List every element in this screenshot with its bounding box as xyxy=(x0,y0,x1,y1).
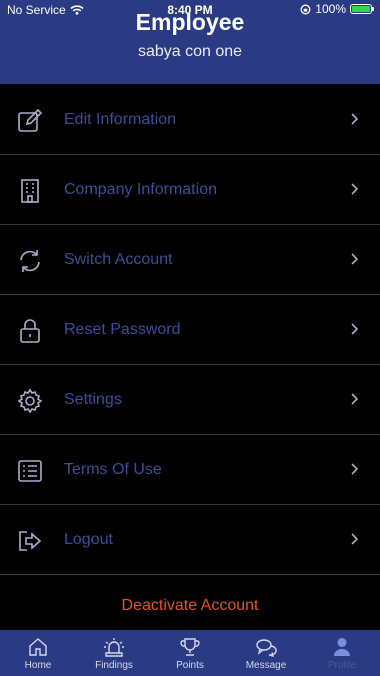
tab-label: Findings xyxy=(95,660,133,671)
chevron-right-icon xyxy=(351,463,359,475)
page-title: Employee xyxy=(135,9,245,35)
user-icon xyxy=(334,638,350,656)
building-icon xyxy=(21,179,39,203)
chevron-right-icon xyxy=(351,533,359,545)
chat-icon xyxy=(256,639,277,657)
menu-item-reset-password[interactable]: Reset Password xyxy=(0,295,380,365)
chevron-right-icon xyxy=(351,113,359,125)
switch-icon xyxy=(20,250,40,272)
tab-message[interactable]: Message xyxy=(228,630,304,676)
menu-item-label: Logout xyxy=(64,531,113,548)
tab-label: Home xyxy=(24,660,52,671)
tab-points[interactable]: Points xyxy=(152,630,228,676)
menu-item-label: Company Information xyxy=(64,181,217,198)
list-icon xyxy=(18,460,42,482)
tab-findings[interactable]: Findings xyxy=(76,630,152,676)
edit-icon xyxy=(18,108,43,132)
header: No Service 8:40 PM 100% Employee sabya c… xyxy=(0,0,380,84)
tab-label: Points xyxy=(176,660,204,671)
menu-item-logout[interactable]: Logout xyxy=(0,505,380,575)
gear-icon xyxy=(17,388,43,414)
chevron-right-icon xyxy=(351,393,359,405)
menu-item-settings[interactable]: Settings xyxy=(0,365,380,435)
menu-item-label: Reset Password xyxy=(64,321,181,338)
menu-item-switch-account[interactable]: Switch Account xyxy=(0,225,380,295)
menu-item-company-information[interactable]: Company Information xyxy=(0,155,380,225)
trophy-icon xyxy=(180,638,200,656)
chevron-right-icon xyxy=(351,183,359,195)
page-subtitle: sabya con one xyxy=(137,43,243,60)
profile-menu: Edit Information Company Information Swi… xyxy=(0,85,380,575)
deactivate-account-button[interactable]: Deactivate Account xyxy=(0,582,380,630)
tab-profile[interactable]: Profile xyxy=(304,630,380,676)
chevron-right-icon xyxy=(351,253,359,265)
menu-item-label: Edit Information xyxy=(64,111,177,128)
logout-icon xyxy=(19,531,42,551)
tab-label: Message xyxy=(245,660,287,671)
menu-item-terms-of-use[interactable]: Terms Of Use xyxy=(0,435,380,505)
bottom-tab-bar: Home Findings Points Message Profile xyxy=(0,630,380,676)
siren-icon xyxy=(104,638,124,657)
tab-home[interactable]: Home xyxy=(0,630,76,676)
tab-label: Profile xyxy=(327,660,357,671)
home-icon xyxy=(29,638,47,656)
menu-item-label: Settings xyxy=(64,391,122,408)
menu-item-label: Switch Account xyxy=(64,251,173,268)
menu-item-edit-information[interactable]: Edit Information xyxy=(0,85,380,155)
menu-item-label: Terms Of Use xyxy=(64,461,162,478)
chevron-right-icon xyxy=(351,323,359,335)
lock-icon xyxy=(20,319,40,343)
